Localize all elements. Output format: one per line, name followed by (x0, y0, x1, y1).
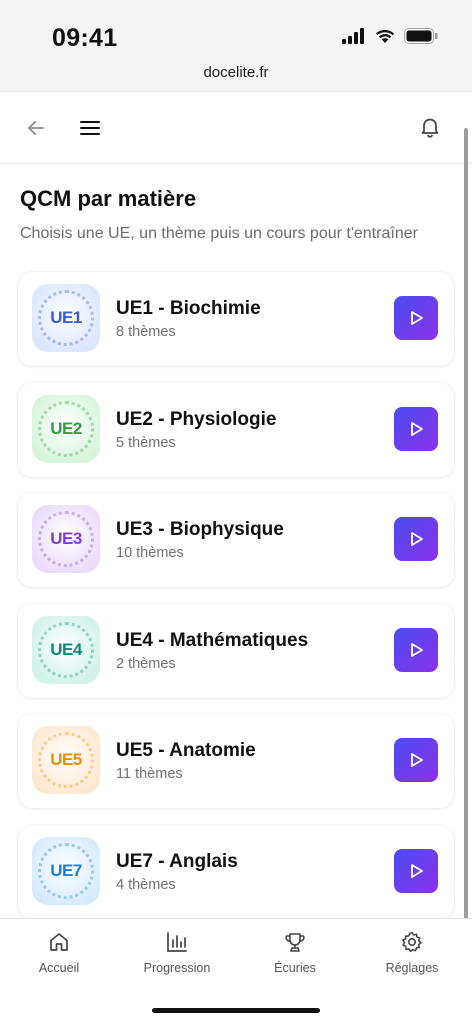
play-icon (411, 642, 423, 657)
play-button[interactable] (394, 517, 438, 562)
back-button[interactable] (22, 114, 50, 142)
ue1-badge-icon: UE1 (32, 284, 100, 352)
trophy-icon (282, 929, 308, 955)
ue4-badge-icon: UE4 (32, 615, 100, 684)
play-button[interactable] (394, 848, 438, 893)
home-icon (46, 929, 72, 955)
play-icon (411, 311, 423, 325)
menu-button[interactable] (76, 114, 104, 142)
subject-title: UE1 - Biochimie (116, 298, 261, 319)
wifi-icon (375, 29, 395, 43)
scrollbar[interactable] (464, 128, 468, 968)
battery-icon (404, 28, 438, 44)
subject-title: UE7 - Anglais (116, 850, 238, 872)
page-title: QCM par matière (20, 186, 197, 211)
play-icon (411, 421, 423, 436)
subject-title: UE4 - Mathématiques (116, 629, 309, 651)
subject-card-ue1[interactable]: UE1 UE1 - Biochimie 8 thèmes (18, 272, 454, 366)
play-icon (411, 532, 423, 547)
subject-title: UE2 - Physiologie (116, 408, 277, 430)
ue3-badge-icon: UE3 (32, 505, 100, 574)
play-button[interactable] (394, 738, 438, 783)
subject-theme-count: 8 thèmes (116, 324, 176, 340)
app-header (0, 92, 472, 164)
subject-title: UE3 - Biophysique (116, 519, 284, 541)
nav-item-progression[interactable]: Progression (122, 929, 232, 975)
status-time: 09:41 (52, 24, 118, 52)
subject-card-ue2[interactable]: UE2 UE2 - Physiologie 5 thèmes (18, 382, 454, 477)
play-icon (411, 864, 423, 878)
nav-item-ecuries[interactable]: Écuries (240, 929, 350, 975)
subject-theme-count: 11 thèmes (116, 766, 183, 783)
cellular-signal-icon (342, 28, 364, 44)
nav-item-reglages[interactable]: Réglages (357, 929, 467, 975)
home-indicator[interactable] (152, 1008, 320, 1013)
subject-card-ue3[interactable]: UE3 UE3 - Biophysique 10 thèmes (18, 493, 454, 588)
gear-icon (399, 929, 425, 955)
subject-theme-count: 10 thèmes (116, 545, 184, 562)
subject-card-ue5[interactable]: UE5 UE5 - Anatomie 11 thèmes (18, 714, 454, 809)
subject-theme-count: 4 thèmes (116, 876, 176, 893)
bell-icon (421, 118, 439, 138)
ue7-badge-icon: UE7 (32, 836, 100, 905)
subject-card-ue4[interactable]: UE4 UE4 - Mathématiques 2 thèmes (18, 603, 454, 698)
page-subtitle: Choisis une UE, un thème puis un cours p… (20, 225, 418, 242)
ue2-badge-icon: UE2 (32, 394, 100, 463)
notifications-button[interactable] (416, 113, 444, 141)
play-button[interactable] (394, 406, 438, 451)
play-button[interactable] (394, 296, 438, 340)
play-icon (411, 753, 423, 768)
subject-card-ue7[interactable]: UE7 UE7 - Anglais 4 thèmes (18, 824, 454, 919)
subject-list: UE1 UE1 - Biochimie 8 thèmes UE2 UE2 - P… (18, 272, 454, 936)
bar-chart-icon (164, 929, 190, 955)
browser-status-bar: 09:41 docelite.fr (0, 0, 472, 92)
subject-theme-count: 5 thèmes (116, 434, 176, 451)
subject-title: UE5 - Anatomie (116, 740, 256, 762)
hamburger-menu-icon (80, 121, 100, 135)
system-icons (342, 28, 438, 44)
arrow-left-icon (28, 121, 44, 135)
play-button[interactable] (394, 627, 438, 672)
ue5-badge-icon: UE5 (32, 726, 100, 795)
subject-theme-count: 2 thèmes (116, 655, 176, 672)
nav-item-accueil[interactable]: Accueil (4, 929, 114, 975)
address-bar-url[interactable]: docelite.fr (0, 64, 472, 81)
